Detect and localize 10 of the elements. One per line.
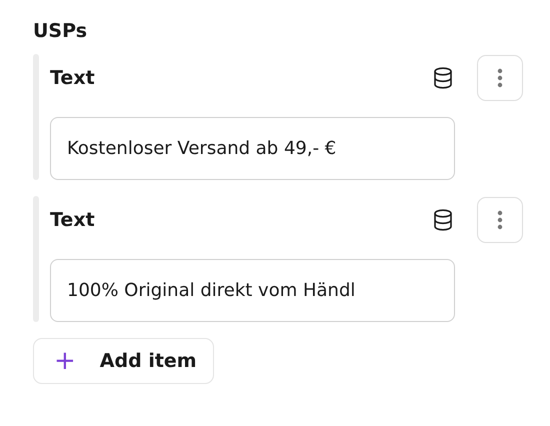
text-input[interactable]: 100% Original direkt vom Händl xyxy=(50,259,455,322)
more-vertical-icon xyxy=(497,68,503,88)
field-label: Text xyxy=(50,66,96,88)
field-label: Text xyxy=(50,208,96,230)
database-icon[interactable] xyxy=(433,66,453,88)
database-icon[interactable] xyxy=(433,208,453,230)
text-input[interactable]: Kostenloser Versand ab 49,- € xyxy=(50,117,455,180)
section-title: USPs xyxy=(33,20,88,42)
more-vertical-icon xyxy=(497,210,503,230)
add-item-button[interactable]: + Add item xyxy=(33,338,214,384)
